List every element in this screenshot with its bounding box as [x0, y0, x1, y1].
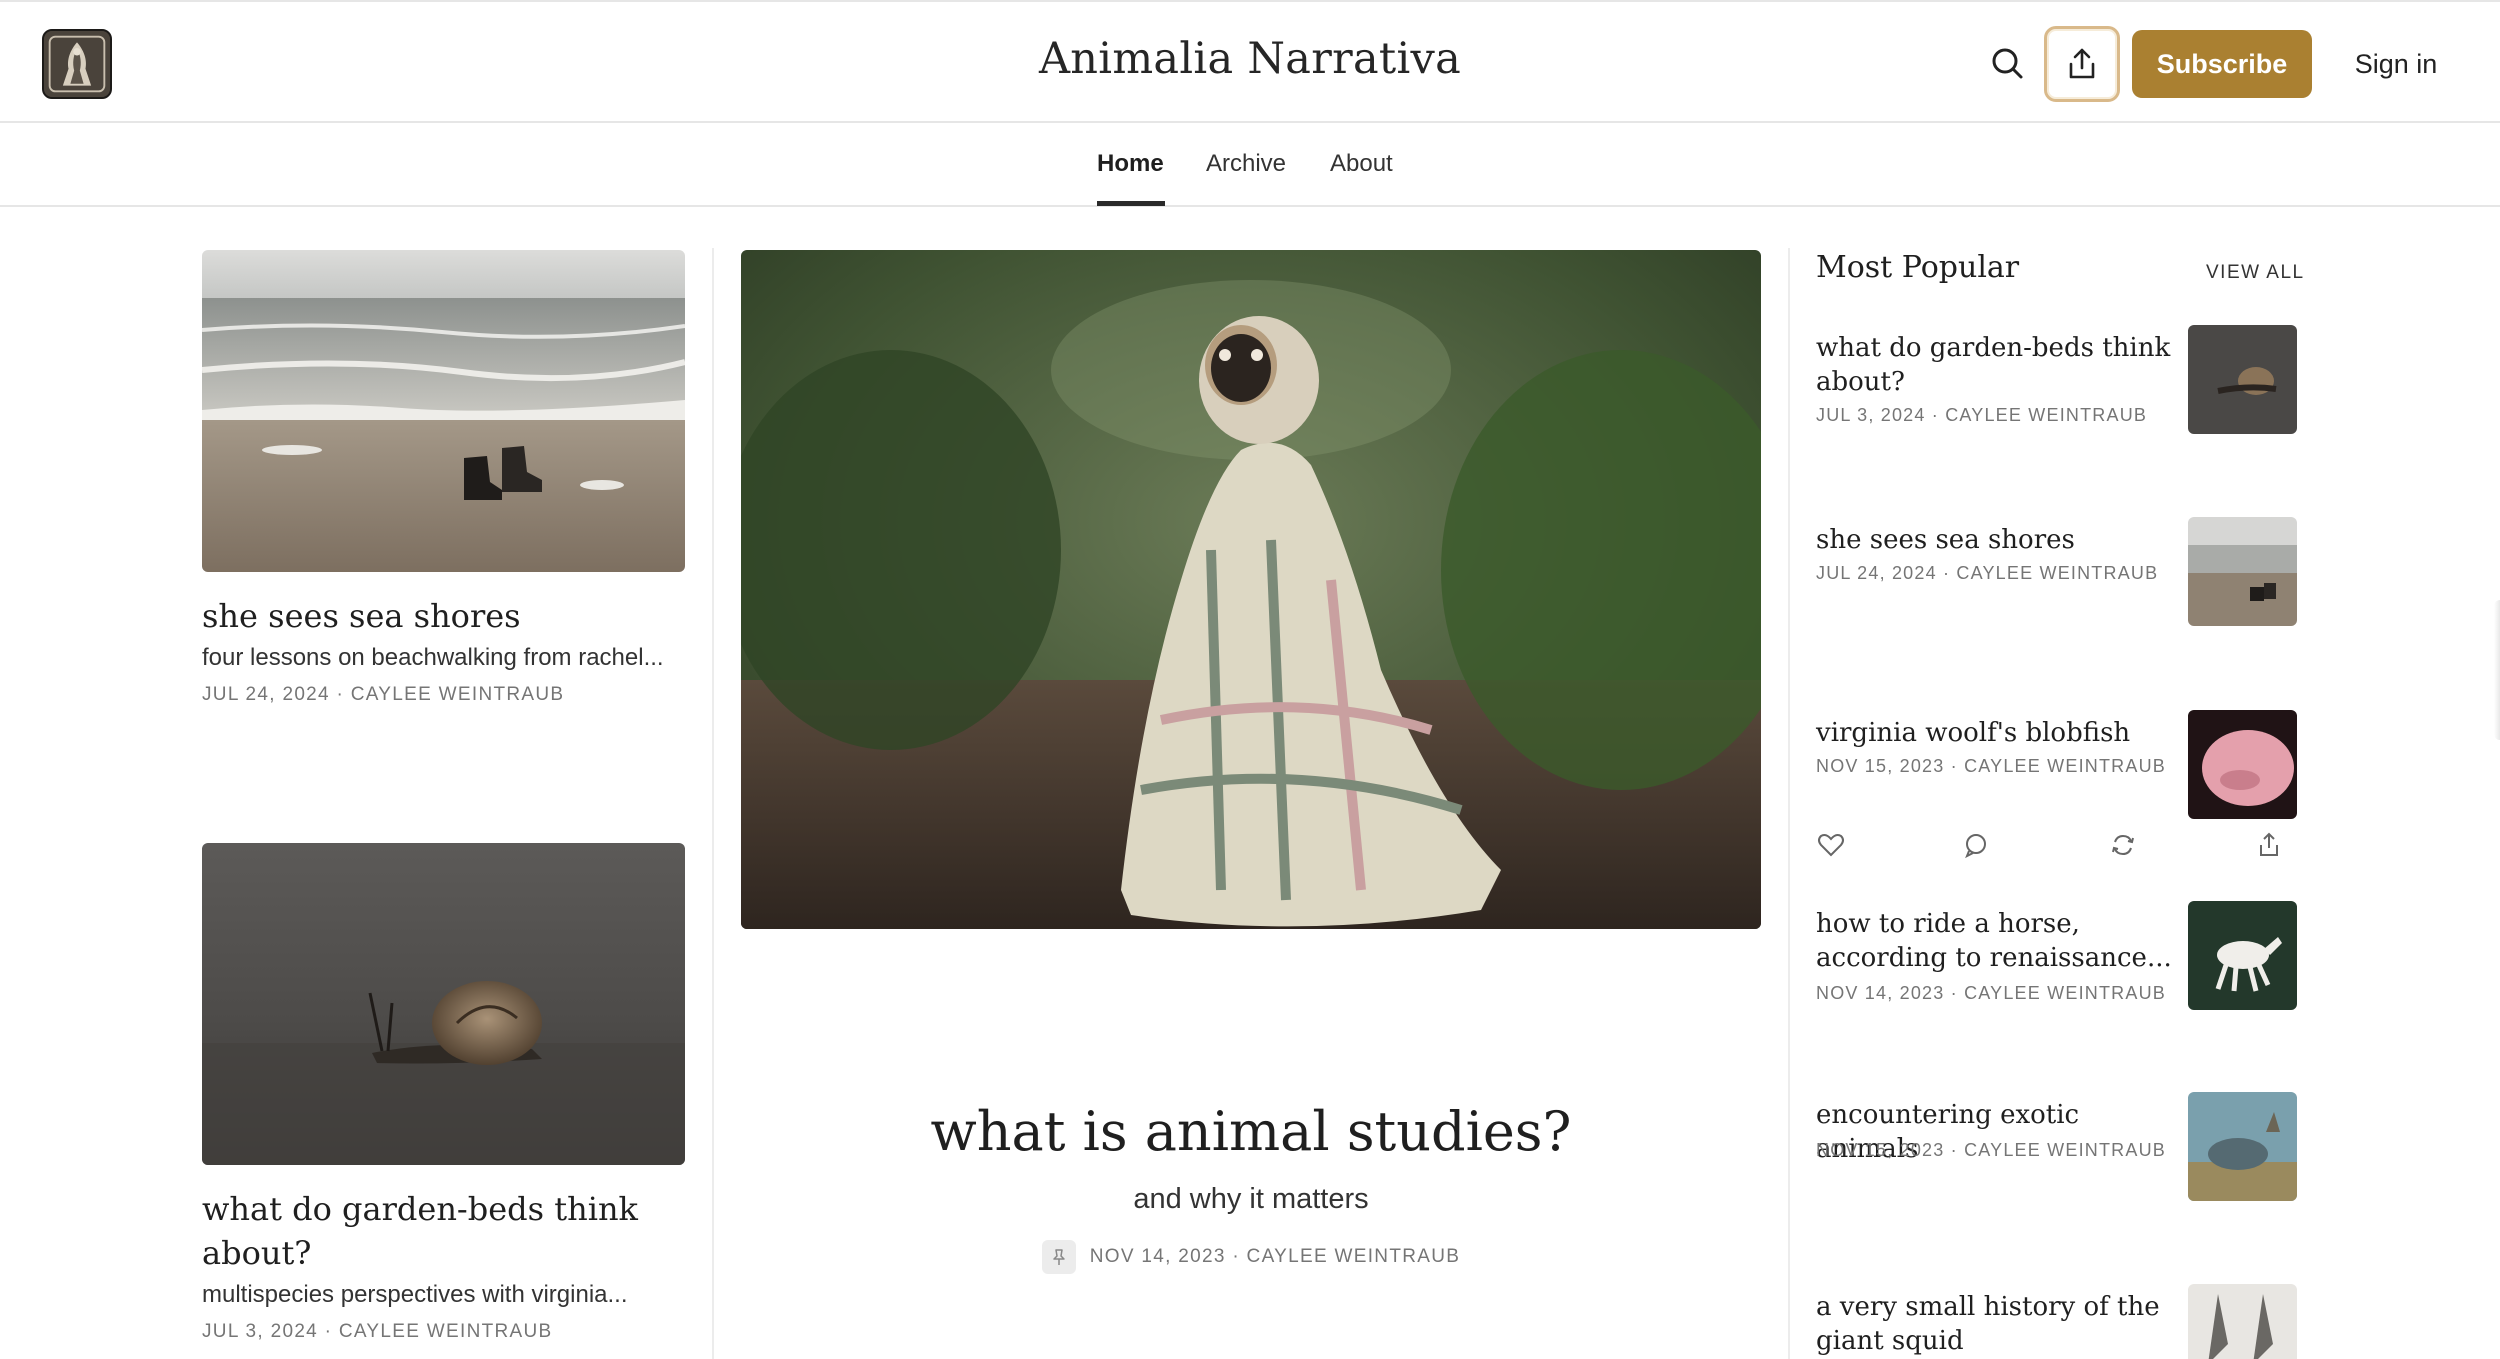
post-image-beach[interactable]	[202, 250, 685, 572]
column-divider	[1788, 248, 1790, 1359]
featured-image-pug[interactable]	[741, 250, 1761, 929]
nav-about[interactable]: About	[1330, 150, 1393, 178]
popular-item[interactable]: a very small history of the giant squid	[1816, 1284, 2298, 1359]
popular-item-thumb[interactable]	[2188, 325, 2297, 434]
column-divider	[712, 248, 714, 1359]
popular-item-title[interactable]: virginia woolf's blobfish	[1816, 716, 2176, 750]
popular-item-title[interactable]: a very small history of the giant squid	[1816, 1290, 2176, 1358]
popular-item-thumb[interactable]	[2188, 901, 2297, 1010]
post-title[interactable]: what do garden-beds think about?	[202, 1187, 685, 1275]
popular-item-meta: NOV 15, 2023 · CAYLEE WEINTRAUB	[1816, 1140, 2166, 1160]
site-title: Animalia Narrativa	[1038, 34, 1462, 84]
search-icon	[1992, 48, 2023, 79]
popular-item[interactable]: what do garden-beds think about? JUL 3, …	[1816, 325, 2298, 451]
publication-logo[interactable]	[42, 29, 112, 99]
post-image-snail[interactable]	[202, 843, 685, 1165]
most-popular-heading: Most Popular	[1816, 250, 2020, 285]
popular-item-title[interactable]: how to ride a horse, according to renais…	[1816, 907, 2176, 975]
share-icon[interactable]	[2254, 830, 2284, 860]
popular-item[interactable]: how to ride a horse, according to renais…	[1816, 901, 2298, 1027]
comment-icon[interactable]	[1961, 830, 1991, 860]
top-bar: Animalia Narrativa Subscribe Sign in	[0, 0, 2500, 123]
featured-meta-text: NOV 14, 2023 · CAYLEE WEINTRAUB	[1089, 1246, 1461, 1267]
featured-title[interactable]: what is animal studies?	[741, 1100, 1761, 1163]
subscribe-button[interactable]: Subscribe	[2132, 30, 2312, 98]
pin-icon	[1041, 1240, 1076, 1274]
nav-home[interactable]: Home	[1097, 150, 1164, 178]
share-icon	[2069, 48, 2095, 79]
search-button[interactable]	[1986, 42, 2030, 86]
popular-item[interactable]: she sees sea shores JUL 24, 2024 · CAYLE…	[1816, 517, 2298, 643]
popular-item[interactable]: virginia woolf's blobfish NOV 15, 2023 ·…	[1816, 710, 2298, 836]
featured-meta: NOV 14, 2023 · CAYLEE WEINTRAUB	[741, 1240, 1761, 1274]
sign-in-button[interactable]: Sign in	[2340, 30, 2452, 98]
popular-item-meta: NOV 15, 2023 · CAYLEE WEINTRAUB	[1816, 756, 2166, 776]
post-card[interactable]: what do garden-beds think about? multisp…	[202, 843, 685, 1343]
active-tab-indicator	[1097, 201, 1165, 206]
featured-subtitle: and why it matters	[1133, 1183, 1369, 1215]
post-card[interactable]: she sees sea shores four lessons on beac…	[202, 250, 685, 706]
nav-archive[interactable]: Archive	[1206, 150, 1286, 178]
popular-item-title[interactable]: what do garden-beds think about?	[1816, 331, 2176, 399]
popular-item-thumb[interactable]	[2188, 1284, 2297, 1359]
view-all-link[interactable]: VIEW ALL	[2206, 262, 2305, 284]
post-meta: JUL 3, 2024 · CAYLEE WEINTRAUB	[202, 1321, 553, 1342]
popular-item-title[interactable]: she sees sea shores	[1816, 523, 2176, 557]
popular-item-meta: JUL 24, 2024 · CAYLEE WEINTRAUB	[1816, 563, 2159, 583]
popular-item-thumb[interactable]	[2188, 1092, 2297, 1201]
popular-item-meta: NOV 14, 2023 · CAYLEE WEINTRAUB	[1816, 983, 2166, 1003]
section-nav: Home Archive About	[0, 123, 2500, 207]
popular-item-meta: JUL 3, 2024 · CAYLEE WEINTRAUB	[1816, 405, 2148, 425]
page-edge-shadow	[2494, 600, 2500, 740]
popular-item[interactable]: encountering exotic animals NOV 15, 2023…	[1816, 1092, 2298, 1218]
post-actions	[1816, 830, 2298, 864]
logo-icon	[44, 31, 110, 97]
popular-item-thumb[interactable]	[2188, 710, 2297, 819]
popular-item-thumb[interactable]	[2188, 517, 2297, 626]
post-meta: JUL 24, 2024 · CAYLEE WEINTRAUB	[202, 684, 565, 705]
post-subtitle: four lessons on beachwalking from rachel…	[202, 644, 664, 671]
post-subtitle: multispecies perspectives with virginia.…	[202, 1281, 628, 1308]
post-title[interactable]: she sees sea shores	[202, 594, 685, 638]
restack-icon[interactable]	[2108, 830, 2138, 860]
heart-icon[interactable]	[1816, 830, 1846, 860]
share-button[interactable]	[2044, 26, 2120, 102]
